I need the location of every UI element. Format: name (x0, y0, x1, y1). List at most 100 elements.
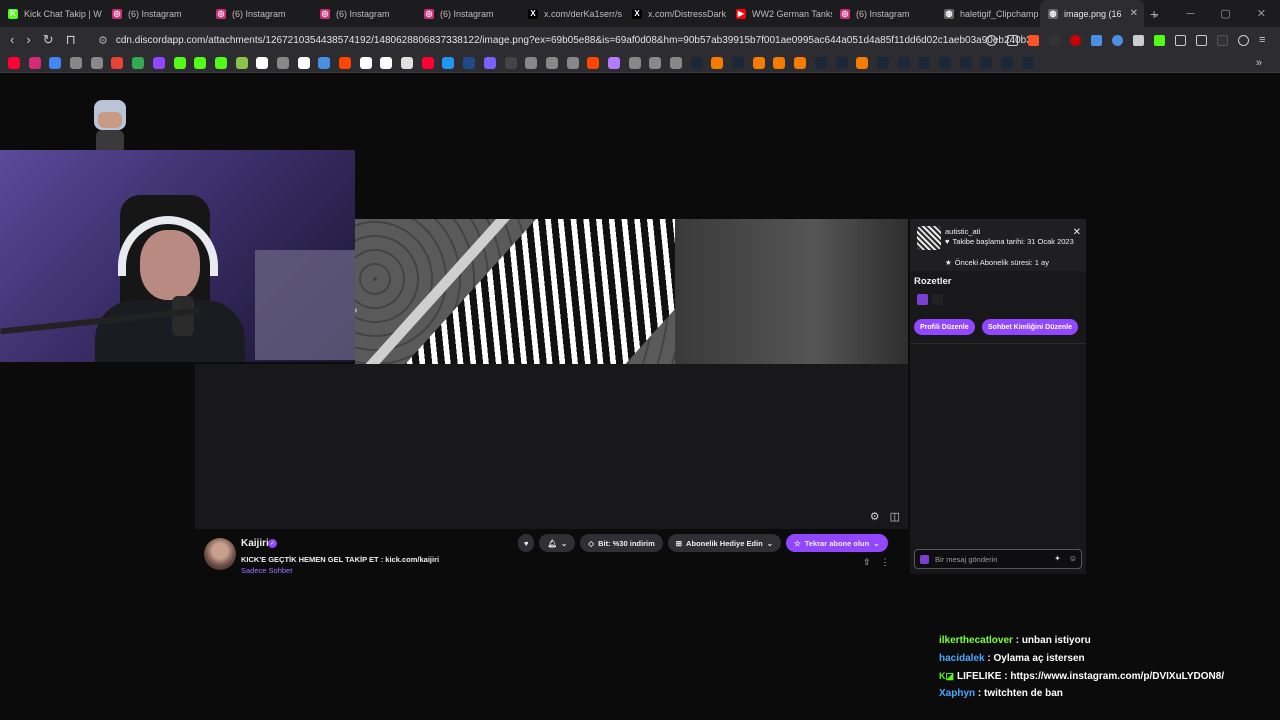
channel-avatar[interactable] (204, 538, 236, 570)
bookmark-icon[interactable] (359, 56, 372, 69)
browser-tab[interactable]: ◎ (6) Instagram (208, 0, 312, 27)
chat-input[interactable]: Bir mesaj gönderin ✦ ☺ (914, 549, 1082, 569)
bookmark-icon[interactable] (421, 56, 434, 69)
bookmark-icon[interactable] (545, 56, 558, 69)
bookmark-icon[interactable] (876, 56, 889, 69)
video-player[interactable]: ⚙ ◫ (195, 364, 908, 529)
bookmark-icon[interactable] (607, 56, 620, 69)
extension-record-icon[interactable] (1070, 34, 1081, 46)
bookmark-icon[interactable] (711, 56, 724, 69)
bookmark-icon[interactable] (70, 56, 83, 69)
bookmark-icon[interactable] (1021, 56, 1034, 69)
browser-tab[interactable]: ◎ (6) Instagram (104, 0, 208, 27)
bookmark-icon[interactable] (90, 56, 103, 69)
bookmark-icon[interactable] (856, 56, 869, 69)
bookmark-icon[interactable] (49, 56, 62, 69)
zoom-icon[interactable] (986, 34, 997, 46)
bookmark-icon[interactable] (980, 56, 993, 69)
menu-icon[interactable]: ≡ (1259, 34, 1270, 46)
close-window-icon[interactable]: ✕ (1257, 7, 1266, 20)
bookmark-icon[interactable] (339, 56, 351, 69)
bookmark-icon[interactable] (814, 56, 827, 69)
edit-chat-identity-button[interactable]: Sohbet Kimliğini Düzenle (982, 319, 1079, 335)
extensions-puzzle-icon[interactable] (1175, 34, 1186, 46)
bookmark-icon[interactable] (690, 56, 703, 69)
bookmark-icon[interactable] (28, 56, 41, 69)
bookmark-icon[interactable] (732, 56, 745, 69)
bookmark-icon[interactable] (794, 56, 807, 69)
browser-tab[interactable]: ◍ image.png (16 ✕ (1040, 0, 1144, 27)
notifications-button[interactable]: 🔔︎ ⌄ (539, 534, 576, 552)
theatre-mode-icon[interactable]: ◫ (890, 510, 900, 523)
bookmark-icon[interactable] (173, 56, 186, 69)
bookmark-icon[interactable] (235, 56, 248, 69)
bits-button[interactable]: ◇ Bit: %30 indirim (580, 534, 663, 552)
bookmark-icon[interactable] (525, 56, 538, 69)
extension-grid-icon[interactable] (1133, 34, 1144, 46)
bookmark-icon[interactable] (214, 56, 227, 69)
extension-kick-icon[interactable] (1154, 34, 1165, 46)
bookmark-icon[interactable] (380, 56, 393, 69)
bookmark-icon[interactable] (152, 56, 165, 69)
browser-tab[interactable]: ◍ haletigif_Clipchamp (936, 0, 1040, 27)
bookmark-icon[interactable] (297, 56, 310, 69)
bookmark-icon[interactable] (1001, 56, 1013, 69)
browser-tab[interactable]: ◎ (6) Instagram (416, 0, 520, 27)
channel-name[interactable]: Kaijiri (241, 538, 269, 549)
back-icon[interactable]: ‹ (10, 32, 14, 48)
browser-tab[interactable]: K Kick Chat Takip | W (0, 0, 104, 27)
close-tab-icon[interactable]: ✕ (1130, 8, 1138, 19)
follow-heart-button[interactable]: ♥ (518, 534, 535, 552)
bookmark-icon[interactable] (401, 56, 414, 69)
url-text[interactable]: cdn.discordapp.com/attachments/126721035… (116, 35, 1039, 46)
resubscribe-button[interactable]: ☆ Tekrar abone olun ⌄ (786, 534, 888, 552)
browser-tab[interactable]: ◎ (6) Instagram (832, 0, 936, 27)
forward-icon[interactable]: › (26, 32, 30, 48)
chevron-right-icon[interactable]: › (355, 301, 358, 317)
edit-profile-button[interactable]: Profili Düzenle (914, 319, 975, 335)
brave-shield-icon[interactable] (1028, 34, 1039, 46)
bookmark-icon[interactable] (649, 56, 662, 69)
bookmark-icon[interactable] (8, 56, 20, 69)
minimize-icon[interactable]: ─ (1187, 8, 1195, 20)
bookmark-icon[interactable] (463, 56, 476, 69)
browser-tab[interactable]: Xx.com/DistressDark (624, 0, 728, 27)
bookmark-icon[interactable] (670, 56, 682, 69)
bookmark-icon[interactable] (628, 56, 641, 69)
stream-category[interactable]: Sadece Sohbet (241, 566, 292, 575)
bits-cheer-icon[interactable]: ✦ (1054, 554, 1061, 563)
gift-sub-button[interactable]: ⊞ Abonelik Hediye Edin ⌄ (667, 534, 782, 552)
browser-tab[interactable]: ▶ WW2 German Tanks (728, 0, 832, 27)
media-icon[interactable] (1238, 34, 1249, 46)
more-bookmarks-icon[interactable]: » (1256, 57, 1262, 69)
bookmark-icon[interactable] (504, 56, 517, 69)
bookmark-icon[interactable] (566, 56, 579, 69)
bookmark-icon[interactable] (938, 56, 951, 69)
bookmark-icon[interactable] (442, 56, 455, 69)
extension-blue-icon[interactable] (1112, 34, 1123, 46)
bookmark-icon[interactable] (773, 56, 786, 69)
bookmark-icon[interactable] (752, 56, 765, 69)
site-settings-icon[interactable]: ⚙ (98, 34, 108, 47)
close-icon[interactable]: ✕ (1073, 227, 1081, 238)
subscriber-badge-icon[interactable] (917, 294, 928, 305)
bookmark-icon[interactable] (318, 56, 331, 69)
bookmark-icon[interactable] (959, 56, 972, 69)
chevron-down-icon[interactable]: ⌄ (1151, 7, 1160, 20)
reload-icon[interactable]: ↻ (43, 32, 54, 48)
bookmark-icon[interactable] (111, 56, 124, 69)
share-icon[interactable] (1007, 34, 1018, 46)
bookmark-icon[interactable] (276, 56, 289, 69)
bookmark-icon[interactable] (897, 56, 910, 69)
bookmark-icon[interactable]: ⊓ (66, 32, 76, 48)
browser-tab[interactable]: Xx.com/derKa1serr/s (520, 0, 624, 27)
bookmark-icon[interactable] (587, 56, 600, 69)
sidebar-icon[interactable] (1196, 34, 1207, 46)
bookmark-icon[interactable] (132, 56, 145, 69)
bookmark-icon[interactable] (194, 56, 207, 69)
bookmark-icon[interactable] (918, 56, 931, 69)
address-bar[interactable]: ⚙ cdn.discordapp.com/attachments/1267210… (92, 30, 1040, 50)
maximize-icon[interactable]: ▢ (1220, 7, 1230, 20)
emote-icon[interactable]: ☺ (1069, 554, 1077, 563)
browser-tab[interactable]: ◎ (6) Instagram (312, 0, 416, 27)
